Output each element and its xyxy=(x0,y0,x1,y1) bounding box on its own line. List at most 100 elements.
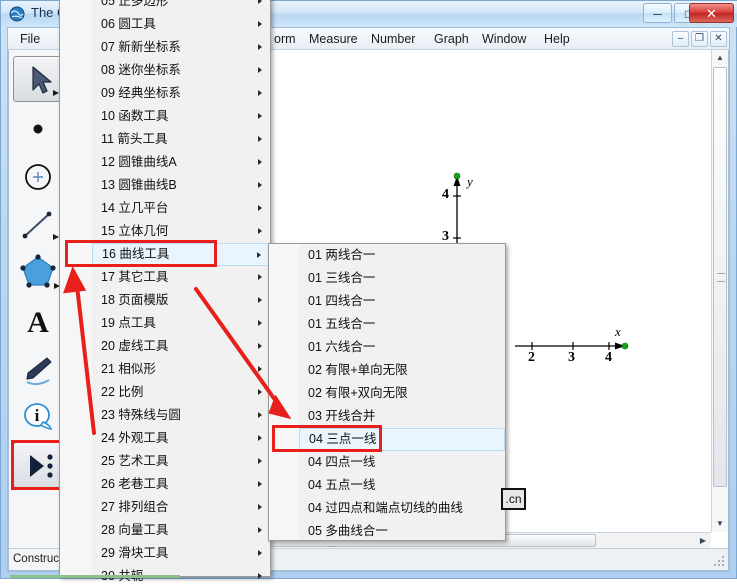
custom-tools-menu-inner: 05 正多边形 06 圆工具07 新新坐标系 08 迷你坐标系 09 经典坐标系 10 … xyxy=(60,0,270,576)
x-axis-label: x xyxy=(615,324,621,340)
menu-item[interactable]: 28 向量工具 xyxy=(92,519,270,542)
menu-item[interactable]: 21 相似形 xyxy=(92,358,270,381)
menu-measure[interactable]: Measure xyxy=(303,31,364,48)
menu-item[interactable]: 01 四线合一 xyxy=(299,290,505,313)
mdi-minimize-button[interactable]: – xyxy=(672,31,689,47)
menu-item[interactable]: 23 特殊线与圆 xyxy=(92,404,270,427)
menu-help[interactable]: Help xyxy=(538,31,576,48)
submenu-arrow-icon xyxy=(258,550,262,556)
mdi-restore-button[interactable]: ❐ xyxy=(691,31,708,47)
menu-item[interactable]: 02 有限+双向无限 xyxy=(299,382,505,405)
menu-graph[interactable]: Graph xyxy=(428,31,475,48)
menu-item-label: 02 有限+双向无限 xyxy=(308,386,408,400)
submenu-arrow-icon xyxy=(258,159,262,165)
menu-item[interactable]: 16 曲线工具 xyxy=(92,243,270,266)
custom-tools-menu[interactable]: 05 正多边形 06 圆工具07 新新坐标系 08 迷你坐标系 09 经典坐标系 10 … xyxy=(59,0,271,577)
menu-item[interactable]: 11 箭头工具 xyxy=(92,128,270,151)
y-axis-label: y xyxy=(467,174,473,190)
menu-item[interactable]: 04 四点一线 xyxy=(299,451,505,474)
menu-item-label: 13 圆锥曲线B xyxy=(101,178,177,192)
svg-text:i: i xyxy=(35,406,40,425)
window-close-button[interactable]: ✕ xyxy=(689,3,734,23)
menu-item-label: 24 外观工具 xyxy=(101,431,168,445)
menu-item-label: 05 正多边形 xyxy=(101,0,168,8)
scroll-down-button[interactable]: ▼ xyxy=(712,516,728,532)
menu-item-label: 04 四点一线 xyxy=(308,455,375,469)
menu-item-label: 20 虚线工具 xyxy=(101,339,168,353)
menu-item[interactable]: 07 新新坐标系 xyxy=(92,36,270,59)
submenu-arrow-icon xyxy=(258,297,262,303)
menu-item[interactable]: 20 虚线工具 xyxy=(92,335,270,358)
compass-circle-tool[interactable] xyxy=(13,154,63,200)
menu-item[interactable]: 14 立几平台 xyxy=(92,197,270,220)
menu-item[interactable]: 17 其它工具 xyxy=(92,266,270,289)
curve-tools-submenu[interactable]: 01 两线合一01 三线合一01 四线合一01 五线合一01 六线合一02 有限… xyxy=(268,243,506,541)
svg-text:A: A xyxy=(27,306,49,339)
menu-item[interactable]: 26 老巷工具 xyxy=(92,473,270,496)
custom-tools-tool[interactable] xyxy=(13,442,63,488)
menu-item[interactable]: 06 圆工具 xyxy=(92,13,270,36)
ime-status-badge[interactable]: .cn xyxy=(501,488,526,510)
menu-item[interactable]: 25 艺术工具 xyxy=(92,450,270,473)
curve-tools-submenu-rows: 01 两线合一01 三线合一01 四线合一01 五线合一01 六线合一02 有限… xyxy=(299,244,505,543)
menu-item-label: 01 三线合一 xyxy=(308,271,375,285)
menu-item-label: 14 立几平台 xyxy=(101,201,168,215)
submenu-arrow-icon xyxy=(258,366,262,372)
menu-item[interactable]: 18 页面模版 xyxy=(92,289,270,312)
vertical-scroll-thumb[interactable] xyxy=(713,67,727,487)
menu-item[interactable]: 10 函数工具 xyxy=(92,105,270,128)
menu-item[interactable]: 04 三点一线 xyxy=(299,428,505,451)
menu-item[interactable]: 04 五点一线 xyxy=(299,474,505,497)
menu-item[interactable]: 24 外观工具 xyxy=(92,427,270,450)
menu-item[interactable]: 05 正多边形 xyxy=(92,0,270,13)
menu-item-label: 08 迷你坐标系 xyxy=(101,63,181,77)
menu-item[interactable]: 01 两线合一 xyxy=(299,244,505,267)
sketchpad-globe-icon xyxy=(9,6,25,22)
menu-item[interactable]: 22 比例 xyxy=(92,381,270,404)
menu-item[interactable]: 01 三线合一 xyxy=(299,267,505,290)
menu-item-label: 10 函数工具 xyxy=(101,109,168,123)
menu-transform[interactable]: orm xyxy=(268,31,302,48)
straightedge-tool[interactable] xyxy=(13,202,63,248)
resize-grip[interactable] xyxy=(713,555,727,569)
menu-item[interactable]: 27 排列组合 xyxy=(92,496,270,519)
scroll-up-button[interactable]: ▲ xyxy=(712,50,728,66)
arrow-select-tool[interactable] xyxy=(13,56,63,102)
menu-item[interactable]: 01 六线合一 xyxy=(299,336,505,359)
menu-item[interactable]: 02 有限+单向无限 xyxy=(299,359,505,382)
menu-item[interactable]: 15 立体几何 xyxy=(92,220,270,243)
marker-pen-tool[interactable] xyxy=(13,346,63,392)
submenu-arrow-icon xyxy=(258,527,262,533)
menu-item[interactable]: 05 多曲线合一 xyxy=(299,520,505,543)
menu-item[interactable]: 04 过四点和端点切线的曲线 xyxy=(299,497,505,520)
menu-window[interactable]: Window xyxy=(476,31,532,48)
window-minimize-button[interactable]: ─ xyxy=(643,3,672,23)
submenu-arrow-icon xyxy=(258,412,262,418)
information-tool[interactable]: i xyxy=(13,394,63,440)
submenu-arrow-icon xyxy=(258,389,262,395)
menu-item[interactable]: 13 圆锥曲线B xyxy=(92,174,270,197)
menu-item[interactable]: 03 开线合并 xyxy=(299,405,505,428)
submenu-arrow-icon xyxy=(258,0,262,4)
menu-file[interactable]: File xyxy=(14,31,46,48)
text-tool[interactable]: A xyxy=(13,298,63,344)
menu-item-label: 04 五点一线 xyxy=(308,478,375,492)
menu-item-label: 17 其它工具 xyxy=(101,270,168,284)
menu-item[interactable]: 19 点工具 xyxy=(92,312,270,335)
menu-item-label: 11 箭头工具 xyxy=(101,132,167,146)
menu-item-label: 03 开线合并 xyxy=(308,409,375,423)
menu-item[interactable]: 29 滑块工具 xyxy=(92,542,270,565)
menu-item[interactable]: 08 迷你坐标系 xyxy=(92,59,270,82)
menu-item[interactable]: 12 圆锥曲线A xyxy=(92,151,270,174)
vertical-scrollbar[interactable]: ▲ ▼ xyxy=(711,50,728,532)
menu-number[interactable]: Number xyxy=(365,31,421,48)
submenu-arrow-icon xyxy=(258,136,262,142)
polygon-tool[interactable] xyxy=(13,250,63,296)
point-tool[interactable] xyxy=(13,106,63,152)
menu-item[interactable]: 09 经典坐标系 xyxy=(92,82,270,105)
submenu-arrow-icon xyxy=(258,343,262,349)
mdi-close-button[interactable]: ✕ xyxy=(710,31,727,47)
menu-item[interactable]: 01 五线合一 xyxy=(299,313,505,336)
scroll-right-button[interactable]: ▶ xyxy=(695,533,711,548)
menu-item-label: 15 立体几何 xyxy=(101,224,168,238)
